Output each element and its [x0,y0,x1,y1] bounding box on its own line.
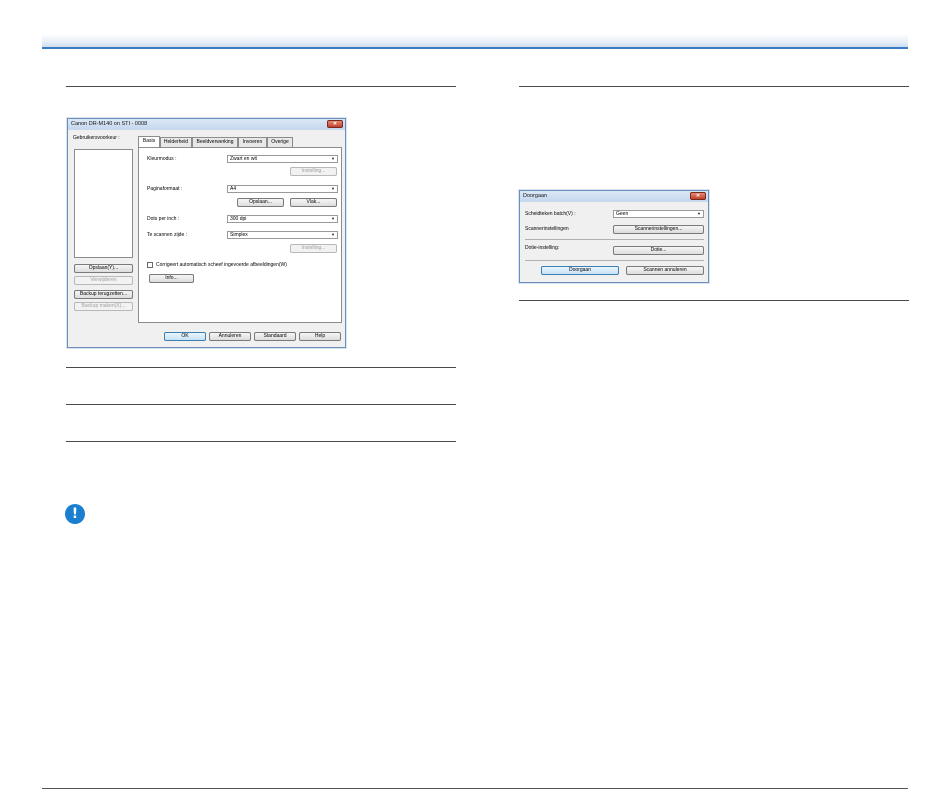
warning-icon: ! [65,504,85,524]
color-mode-select[interactable]: Zwart en wit ▼ [227,155,338,163]
scanner-settings-button[interactable]: Scannerinstellingen... [613,225,704,234]
page-header-band [42,34,908,48]
chevron-down-icon: ▼ [331,156,335,161]
section-rule-left-4 [66,441,456,442]
dotie-settings-label: Dotie-instelling: [525,245,560,251]
user-preferences-label: Gebruikersvoorkeur : [73,135,120,141]
continue-dialog-titlebar: Doorgaan ✕ [520,191,708,202]
scan-side-value: Simplex [230,232,248,238]
user-preferences-list[interactable] [74,149,133,258]
section-rule-right-2 [519,300,909,301]
continue-dialog: Doorgaan ✕ Scheidteken batch(V) : Geen ▼… [519,190,709,283]
deskew-label: Corrigeert automatisch scheef ingevoerde… [156,262,287,268]
color-mode-value: Zwart en wit [230,156,257,162]
section-rule-left-3 [66,404,456,405]
page-footer-rule [42,788,908,789]
tab-overige[interactable]: Overige [267,137,293,147]
tab-panel-basis: Kleurmodus : Zwart en wit ▼ Instelling..… [138,147,342,323]
dpi-label: Dots per inch : [147,216,180,222]
cancel-button[interactable]: Annuleren [209,332,251,341]
chevron-down-icon: ▼ [331,186,335,191]
page-size-area-button[interactable]: Vlak... [290,198,337,207]
dpi-select[interactable]: 300 dpi ▼ [227,215,338,223]
ok-button[interactable]: OK [164,332,206,341]
backup-make-button[interactable]: Backup maken(X)... [74,302,133,311]
help-button[interactable]: Help [299,332,341,341]
continue-dialog-separator [525,239,704,240]
dialog-title: Canon DR-M140 on STI - 0008 [71,121,148,127]
tab-invoeren[interactable]: Invoeren [238,137,267,147]
batch-separator-label: Scheidteken batch(V) : [525,211,576,217]
page-size-value: A4 [230,186,237,192]
info-button[interactable]: Info... [149,274,194,283]
color-mode-label: Kleurmodus : [147,156,177,162]
tab-helderheid[interactable]: Helderheid [160,137,192,147]
section-rule-left-2 [66,367,456,368]
color-mode-settings-button[interactable]: Instelling... [290,167,337,176]
scan-side-select[interactable]: Simplex ▼ [227,231,338,239]
continue-button[interactable]: Doorgaan [541,266,619,275]
chevron-down-icon: ▼ [331,232,335,237]
scan-side-label: Te scannen zijde : [147,232,188,238]
page-size-select[interactable]: A4 ▼ [227,185,338,193]
page-header-line [42,47,908,49]
remove-preferences-button[interactable]: Verwijderen [74,276,133,285]
tab-basis[interactable]: Basis [138,136,160,147]
chevron-down-icon: ▼ [331,216,335,221]
dpi-value: 300 dpi [230,216,247,222]
batch-separator-select[interactable]: Geen ▼ [613,210,704,218]
page-size-save-button[interactable]: Opslaan... [237,198,284,207]
scan-side-settings-button[interactable]: Instelling... [290,244,337,253]
page-size-label: Paginaformaat : [147,186,183,192]
close-icon[interactable]: ✕ [327,120,343,128]
cancel-scan-button[interactable]: Scannen annuleren [626,266,704,275]
backup-restore-button[interactable]: Backup terugzetten... [74,290,133,299]
deskew-checkbox[interactable] [147,262,153,268]
continue-dialog-separator-2 [525,260,704,261]
dotie-button[interactable]: Dotie... [613,246,704,255]
tab-beeldverwerking[interactable]: Beeldverwerking [192,137,238,147]
continue-dialog-title: Doorgaan [523,193,548,199]
section-rule-left-1 [66,86,456,87]
close-icon[interactable]: ✕ [690,192,706,200]
chevron-down-icon: ▼ [697,211,701,216]
save-preferences-button[interactable]: Opslaan(Y)... [74,264,133,273]
dialog-titlebar: Canon DR-M140 on STI - 0008 ✕ [68,119,345,130]
batch-separator-value: Geen [616,211,629,217]
scanner-settings-label: Scannerinstellingen [525,226,569,232]
section-rule-right-1 [519,86,909,87]
default-button[interactable]: Standaard [254,332,296,341]
scanner-settings-dialog: Canon DR-M140 on STI - 0008 ✕ Gebruikers… [67,118,346,348]
